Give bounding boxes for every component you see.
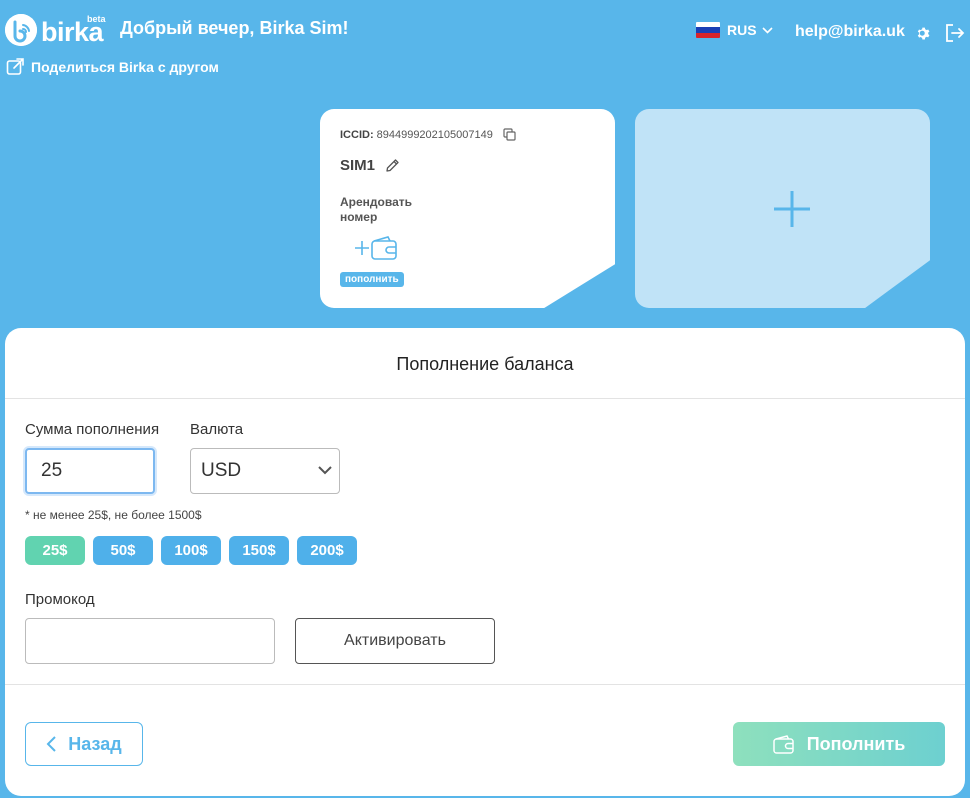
logo-beta-badge: beta — [87, 14, 106, 24]
rent-number-link[interactable]: Арендовать номер — [340, 195, 430, 225]
panel-title: Пополнение баланса — [396, 354, 574, 374]
divider — [5, 398, 965, 399]
amount-chip[interactable]: 50$ — [93, 536, 153, 565]
plus-icon — [774, 191, 810, 227]
share-link[interactable]: Поделиться Birka с другом — [6, 57, 219, 76]
promo-input[interactable] — [25, 618, 275, 664]
topup-button[interactable] — [354, 235, 398, 261]
amount-chip[interactable]: 25$ — [25, 536, 85, 565]
wallet-icon — [772, 735, 794, 754]
wallet-icon — [371, 236, 397, 260]
currency-value: USD — [201, 460, 242, 481]
russia-flag-icon — [696, 22, 720, 38]
birka-logo[interactable]: birka beta — [5, 14, 106, 46]
amount-hint: * не менее 25$, не более 1500$ — [25, 508, 202, 522]
submit-label: Пополнить — [806, 733, 906, 754]
chevron-left-icon — [46, 736, 57, 752]
amount-label: Сумма пополнения — [25, 421, 160, 438]
pencil-icon[interactable] — [385, 158, 400, 173]
topup-panel: Пополнение баланса Сумма пополнения Валю… — [5, 328, 965, 796]
amount-chip[interactable]: 100$ — [161, 536, 221, 565]
gear-icon[interactable] — [916, 26, 931, 46]
logout-icon[interactable] — [945, 24, 965, 47]
plus-icon — [355, 241, 369, 255]
back-label: Назад — [68, 733, 122, 754]
amount-chips: 25$ 50$ 100$ 150$ 200$ — [25, 536, 365, 565]
language-selector[interactable]: RUS — [696, 22, 773, 38]
currency-label: Валюта — [190, 421, 244, 438]
promo-label: Промокод — [25, 591, 95, 608]
add-sim-card[interactable] — [635, 109, 930, 308]
copy-icon[interactable] — [503, 128, 516, 141]
sim-name: SIM1 — [340, 157, 376, 174]
topup-badge[interactable]: пополнить — [340, 272, 404, 287]
amount-chip[interactable]: 150$ — [229, 536, 289, 565]
sim-card[interactable]: ICCID: 8944999202105007149 SIM1 Арендова… — [320, 109, 615, 308]
iccid-row: ICCID: 8944999202105007149 — [340, 128, 516, 141]
divider — [5, 684, 965, 685]
chevron-down-icon — [318, 466, 332, 475]
amount-input[interactable] — [25, 448, 155, 494]
user-email[interactable]: help@birka.uk — [795, 23, 905, 41]
back-button[interactable]: Назад — [25, 722, 143, 766]
share-icon — [6, 58, 24, 75]
chevron-down-icon — [761, 26, 773, 34]
currency-select[interactable]: USD — [190, 448, 340, 494]
share-label: Поделиться Birka с другом — [31, 58, 219, 75]
birka-logo-icon — [5, 14, 37, 46]
iccid-label: ICCID: — [340, 128, 374, 141]
sim-name-row: SIM1 — [340, 157, 400, 174]
activate-button[interactable]: Активировать — [295, 618, 495, 664]
greeting-text: Добрый вечер, Birka Sim! — [120, 18, 349, 38]
submit-topup-button[interactable]: Пополнить — [733, 722, 945, 766]
amount-chip[interactable]: 200$ — [297, 536, 357, 565]
language-label: RUS — [727, 22, 757, 38]
iccid-value: 8944999202105007149 — [376, 128, 493, 141]
